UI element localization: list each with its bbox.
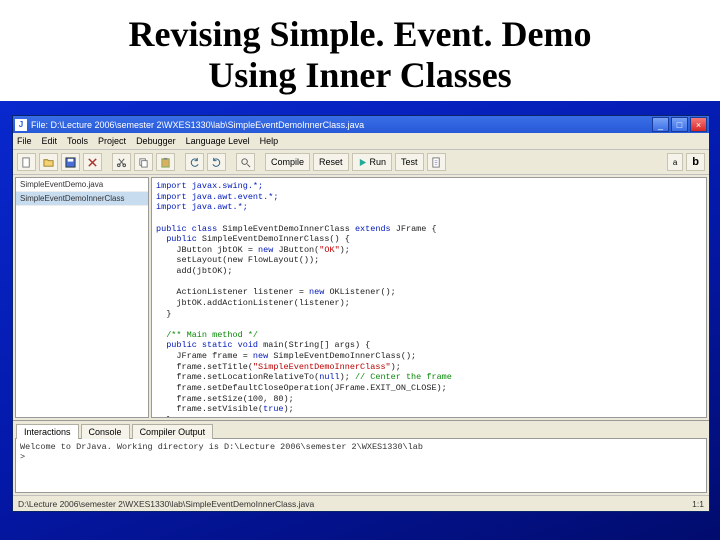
- status-position: 1:1: [692, 499, 704, 509]
- title-bar[interactable]: J File: D:\Lecture 2006\semester 2\WXES1…: [13, 116, 709, 133]
- window-title: File: D:\Lecture 2006\semester 2\WXES133…: [31, 120, 652, 130]
- slide-title: Revising Simple. Event. Demo Using Inner…: [0, 6, 720, 101]
- list-item[interactable]: SimpleEventDemoInnerClass: [16, 192, 148, 206]
- console-prompt: >: [20, 452, 702, 462]
- menu-tools[interactable]: Tools: [67, 136, 88, 146]
- undo-icon[interactable]: [185, 153, 204, 171]
- tab-interactions[interactable]: Interactions: [16, 424, 79, 439]
- tab-compiler-output[interactable]: Compiler Output: [132, 424, 214, 439]
- bottom-panel: Interactions Console Compiler Output Wel…: [13, 420, 709, 495]
- cut-icon[interactable]: [112, 153, 131, 171]
- interactions-pane[interactable]: Welcome to DrJava. Working directory is …: [15, 438, 707, 493]
- menu-language[interactable]: Language Level: [186, 136, 250, 146]
- menu-debugger[interactable]: Debugger: [136, 136, 176, 146]
- menu-project[interactable]: Project: [98, 136, 126, 146]
- run-button[interactable]: Run: [352, 153, 393, 171]
- menu-file[interactable]: File: [17, 136, 32, 146]
- status-bar: D:\Lecture 2006\semester 2\WXES1330\lab\…: [13, 495, 709, 511]
- reset-button[interactable]: Reset: [313, 153, 349, 171]
- close-file-icon[interactable]: [83, 153, 102, 171]
- file-list-panel: SimpleEventDemo.java SimpleEventDemoInne…: [15, 177, 149, 418]
- minimize-button[interactable]: _: [652, 117, 669, 132]
- code-editor[interactable]: import javax.swing.*; import java.awt.ev…: [151, 177, 707, 418]
- compile-button[interactable]: Compile: [265, 153, 310, 171]
- test-button[interactable]: Test: [395, 153, 424, 171]
- list-item[interactable]: SimpleEventDemo.java: [16, 178, 148, 192]
- slide-title-line1: Revising Simple. Event. Demo: [129, 14, 592, 54]
- copy-icon[interactable]: [134, 153, 153, 171]
- toolbar: Compile Reset Run Test a b: [13, 150, 709, 175]
- open-icon[interactable]: [39, 153, 58, 171]
- javadoc-icon[interactable]: [427, 153, 446, 171]
- menu-help[interactable]: Help: [260, 136, 279, 146]
- font-smaller-button[interactable]: a: [667, 153, 683, 171]
- maximize-button[interactable]: □: [671, 117, 688, 132]
- status-path: D:\Lecture 2006\semester 2\WXES1330\lab\…: [18, 499, 314, 509]
- close-button[interactable]: ×: [690, 117, 707, 132]
- menu-bar: File Edit Tools Project Debugger Languag…: [13, 133, 709, 150]
- font-larger-button[interactable]: b: [686, 153, 705, 171]
- new-file-icon[interactable]: [17, 153, 36, 171]
- bottom-tabs: Interactions Console Compiler Output: [13, 421, 709, 438]
- console-line: Welcome to DrJava. Working directory is …: [20, 442, 702, 452]
- menu-edit[interactable]: Edit: [42, 136, 58, 146]
- paste-icon[interactable]: [156, 153, 175, 171]
- save-icon[interactable]: [61, 153, 80, 171]
- tab-console[interactable]: Console: [81, 424, 130, 439]
- find-icon[interactable]: [236, 153, 255, 171]
- app-icon: J: [15, 119, 27, 131]
- slide-title-line2: Using Inner Classes: [208, 55, 511, 95]
- redo-icon[interactable]: [207, 153, 226, 171]
- ide-window: J File: D:\Lecture 2006\semester 2\WXES1…: [12, 115, 710, 512]
